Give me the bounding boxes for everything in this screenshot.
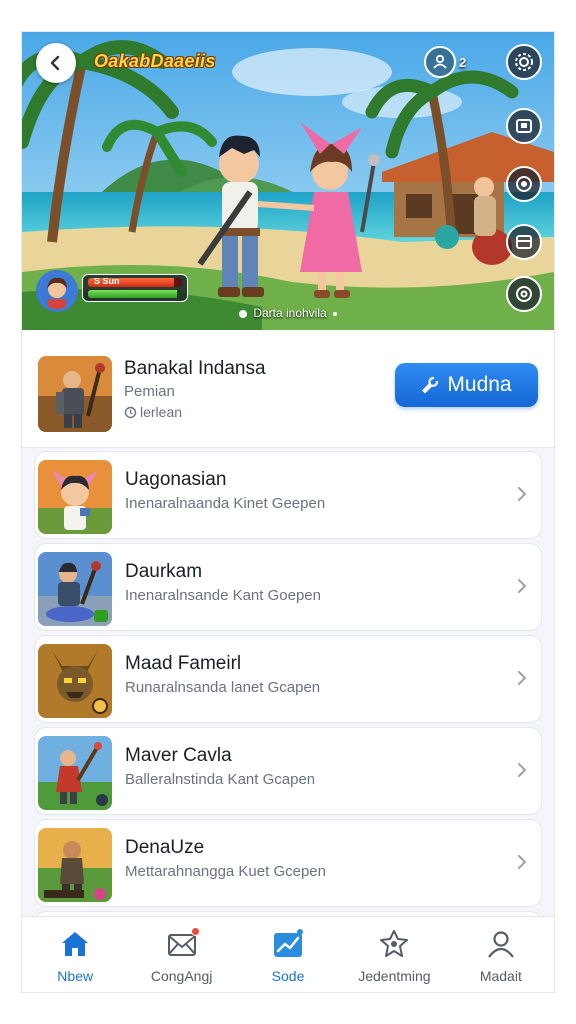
chevron-right-icon bbox=[518, 487, 527, 501]
pagination-dot bbox=[332, 311, 337, 316]
back-button[interactable] bbox=[36, 43, 76, 83]
list-item[interactable]: Daurkam Inenaralnsande Kant Goepen bbox=[34, 543, 542, 631]
card-icon bbox=[516, 235, 532, 249]
hero-caption: Darta inohvila bbox=[22, 306, 554, 320]
target-icon bbox=[516, 286, 532, 302]
players-indicator[interactable]: 2 bbox=[424, 46, 466, 78]
game-title: Daurkam bbox=[125, 561, 203, 582]
player-count: 2 bbox=[459, 54, 467, 70]
featured-game-thumbnail bbox=[38, 356, 112, 432]
game-subtitle: Inenaralnaanda Kinet Geepen bbox=[125, 495, 326, 512]
game-subtitle: Runaralnsanda lanet Gcapen bbox=[125, 679, 321, 696]
chevron-right-icon bbox=[518, 855, 527, 869]
record-button[interactable] bbox=[506, 166, 542, 202]
puzzle-icon bbox=[377, 927, 411, 961]
chevron-right-icon bbox=[518, 671, 527, 685]
list-item[interactable]: Maad Fameirl Runaralnsanda lanet Gcapen bbox=[34, 635, 542, 723]
status-bars: S Sun bbox=[82, 274, 188, 302]
game-thumbnail bbox=[38, 828, 112, 902]
tab-messages[interactable]: CongAngj bbox=[128, 917, 234, 992]
home-icon bbox=[58, 927, 92, 961]
featured-game-title: Banakal Indansa bbox=[124, 358, 266, 379]
tab-label: Madait bbox=[479, 968, 522, 984]
chevron-right-icon bbox=[518, 763, 527, 777]
stamina-bar bbox=[88, 290, 182, 298]
featured-game[interactable]: Banakal Indansa Pemian lerlean Mudna bbox=[22, 330, 554, 448]
featured-action-button[interactable]: Mudna bbox=[395, 363, 538, 407]
card-button[interactable] bbox=[506, 224, 542, 260]
hero-title: OakabDaaeiis bbox=[94, 51, 216, 71]
notification-badge bbox=[190, 927, 200, 936]
hero-caption-text: Darta inohvila bbox=[253, 306, 327, 320]
list-item[interactable]: DenaUze Mettarahnangga Kuet Gcepen bbox=[34, 819, 542, 907]
chart-icon bbox=[271, 927, 305, 961]
game-title: Maad Fameirl bbox=[125, 653, 242, 674]
bottom-tab-bar: Nbew CongAngj Sode Jedentming Madait bbox=[22, 916, 554, 992]
pagination-dot bbox=[239, 309, 248, 318]
list-item[interactable]: Uagonasian Inenaralnaanda Kinet Geepen bbox=[34, 451, 542, 539]
app-frame: OakabDaaeiis 2 S Sun Darta inohvila Bana… bbox=[22, 32, 554, 992]
tab-events[interactable]: Jedentming bbox=[341, 917, 447, 992]
record-icon bbox=[516, 176, 532, 192]
chevron-right-icon bbox=[518, 579, 527, 593]
tab-label: Sode bbox=[271, 968, 305, 984]
game-thumbnail bbox=[38, 736, 112, 810]
game-title: Maver Cavla bbox=[125, 745, 232, 766]
game-title: DenaUze bbox=[125, 837, 205, 858]
tab-label: CongAngj bbox=[150, 968, 213, 984]
group-icon bbox=[424, 46, 456, 78]
person-icon bbox=[484, 927, 518, 961]
game-thumbnail bbox=[38, 644, 112, 718]
wrench-icon bbox=[422, 376, 439, 394]
tab-stats[interactable]: Sode bbox=[235, 917, 341, 992]
game-thumbnail bbox=[38, 460, 112, 534]
featured-game-tag-text: lerlean bbox=[140, 404, 183, 420]
settings-button[interactable] bbox=[506, 44, 542, 80]
game-subtitle: Inenaralnsande Kant Goepen bbox=[125, 587, 321, 604]
featured-action-label: Mudna bbox=[447, 373, 512, 396]
tab-profile[interactable]: Madait bbox=[448, 917, 554, 992]
game-subtitle: Mettarahnangga Kuet Gcepen bbox=[125, 863, 326, 880]
game-thumbnail bbox=[38, 552, 112, 626]
list-item[interactable]: Maver Cavla Balleralnstinda Kant Gcapen bbox=[34, 727, 542, 815]
hero-banner: OakabDaaeiis 2 S Sun Darta inohvila bbox=[22, 32, 554, 330]
health-bar: S Sun bbox=[88, 278, 182, 287]
game-subtitle: Balleralnstinda Kant Gcapen bbox=[125, 771, 316, 788]
chevron-left-icon bbox=[50, 55, 60, 71]
screen-icon bbox=[516, 119, 532, 133]
tab-label: Nbew bbox=[57, 968, 94, 984]
screen-button[interactable] bbox=[506, 108, 542, 144]
health-label: S Sun bbox=[94, 278, 120, 286]
featured-game-tag: lerlean bbox=[124, 404, 182, 420]
tab-home[interactable]: Nbew bbox=[22, 917, 128, 992]
gear-icon bbox=[515, 53, 533, 71]
clock-icon bbox=[124, 406, 137, 418]
mail-icon bbox=[165, 927, 200, 961]
game-title: Uagonasian bbox=[125, 469, 227, 490]
stamina-bar-fill bbox=[88, 290, 178, 298]
featured-game-subtitle: Pemian bbox=[124, 383, 175, 400]
tab-label: Jedentming bbox=[358, 968, 431, 984]
